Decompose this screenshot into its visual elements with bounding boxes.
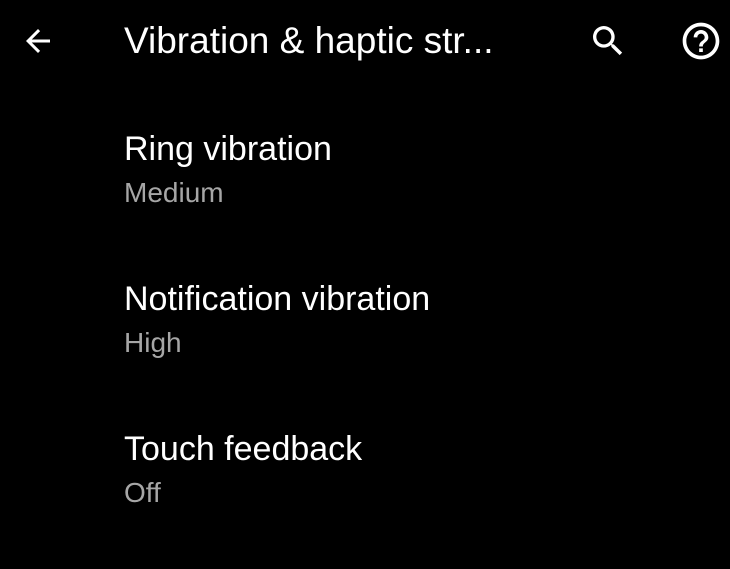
help-button[interactable] <box>677 17 725 65</box>
preference-summary: High <box>124 327 182 358</box>
page-title: Vibration & haptic str... <box>124 20 494 61</box>
ring-vibration-preference[interactable]: Ring vibration Medium <box>0 114 730 264</box>
preference-summary: Medium <box>124 177 224 208</box>
back-button[interactable] <box>14 17 62 65</box>
arrow-back-icon <box>26 29 50 53</box>
app-bar: Vibration & haptic str... <box>0 0 730 84</box>
touch-feedback-preference[interactable]: Touch feedback Off <box>0 414 730 564</box>
help-circle-icon <box>682 22 720 60</box>
preference-title: Notification vibration <box>124 280 431 318</box>
preference-summary: Off <box>124 477 161 508</box>
preference-title: Touch feedback <box>124 430 363 468</box>
search-button[interactable] <box>584 17 632 65</box>
preference-title: Ring vibration <box>124 130 332 168</box>
preference-list: Ring vibration Medium Notification vibra… <box>0 114 730 564</box>
notification-vibration-preference[interactable]: Notification vibration High <box>0 264 730 414</box>
search-icon <box>593 26 623 56</box>
